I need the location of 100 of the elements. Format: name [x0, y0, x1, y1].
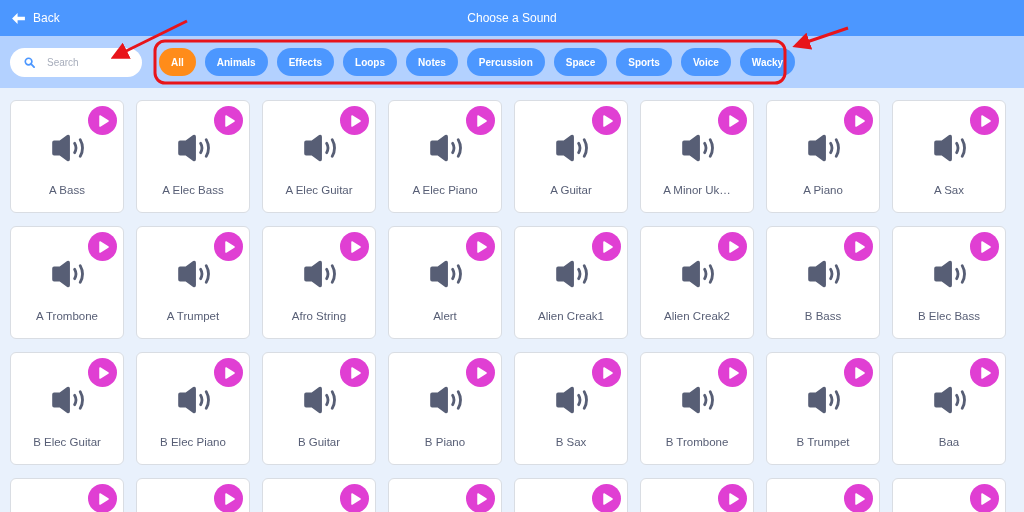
play-icon [981, 366, 991, 379]
sound-card[interactable]: B Elec Bass [892, 226, 1006, 339]
play-icon [99, 240, 109, 253]
sound-name: A Sax [933, 184, 965, 196]
play-button[interactable] [340, 358, 369, 387]
sound-card[interactable]: A Elec Guitar [262, 100, 376, 213]
sound-name: B Elec Piano [160, 436, 226, 448]
sound-card[interactable]: A Sax [892, 100, 1006, 213]
play-button[interactable] [970, 358, 999, 387]
play-icon [351, 366, 361, 379]
play-button[interactable] [88, 232, 117, 261]
play-button[interactable] [88, 484, 117, 512]
sound-card[interactable]: A Piano [766, 100, 880, 213]
sound-card[interactable]: B Elec Guitar [10, 352, 124, 465]
play-icon [351, 114, 361, 127]
play-button[interactable] [592, 232, 621, 261]
play-button[interactable] [844, 484, 873, 512]
sound-name: Baa [938, 436, 960, 448]
sound-card[interactable]: B Sax [514, 352, 628, 465]
sound-name: B Trumpet [796, 436, 850, 448]
play-icon [603, 366, 613, 379]
sound-name: Alien Creak2 [664, 310, 730, 322]
sound-card[interactable]: A Guitar [514, 100, 628, 213]
play-button[interactable] [970, 484, 999, 512]
dialog-title: Choose a Sound [467, 11, 557, 25]
sound-card[interactable]: Afro String [262, 226, 376, 339]
play-icon [99, 114, 109, 127]
play-icon [225, 366, 235, 379]
sound-card[interactable]: A Trombone [10, 226, 124, 339]
sound-card[interactable]: B Trombone [640, 352, 754, 465]
play-icon [99, 366, 109, 379]
play-button[interactable] [340, 232, 369, 261]
play-button[interactable] [844, 106, 873, 135]
play-button[interactable] [970, 232, 999, 261]
sound-card[interactable]: Baa [892, 352, 1006, 465]
play-button[interactable] [214, 484, 243, 512]
sound-name: B Bass [804, 310, 842, 322]
sound-card[interactable]: Alien Creak2 [640, 226, 754, 339]
play-icon [603, 240, 613, 253]
play-button[interactable] [592, 358, 621, 387]
sound-card[interactable]: B Elec Piano [136, 352, 250, 465]
play-icon [729, 240, 739, 253]
sound-card[interactable]: B Trumpet [766, 352, 880, 465]
sound-card[interactable]: A Trumpet [136, 226, 250, 339]
sound-name: A Trombone [36, 310, 98, 322]
search-icon [24, 56, 35, 68]
sound-name: B Sax [555, 436, 587, 448]
play-icon [477, 114, 487, 127]
play-button[interactable] [88, 106, 117, 135]
play-icon [477, 366, 487, 379]
play-icon [351, 240, 361, 253]
sound-card[interactable]: Alert [388, 226, 502, 339]
sound-card[interactable]: Alien Creak1 [514, 226, 628, 339]
sound-name: A Elec Bass [162, 184, 224, 196]
play-button[interactable] [844, 358, 873, 387]
play-icon [351, 492, 361, 505]
search-field[interactable]: Search [10, 47, 142, 77]
play-button[interactable] [592, 484, 621, 512]
sound-name: B Guitar [297, 436, 341, 448]
play-icon [729, 114, 739, 127]
play-button[interactable] [466, 358, 495, 387]
sound-card[interactable]: B Bass [766, 226, 880, 339]
sound-name: Alien Creak1 [538, 310, 604, 322]
play-button[interactable] [844, 232, 873, 261]
play-button[interactable] [718, 106, 747, 135]
play-button[interactable] [466, 484, 495, 512]
sound-card[interactable]: A Bass [10, 100, 124, 213]
play-button[interactable] [718, 484, 747, 512]
play-button[interactable] [592, 106, 621, 135]
play-icon [225, 492, 235, 505]
play-button[interactable] [340, 484, 369, 512]
sound-card[interactable]: B Guitar [262, 352, 376, 465]
sound-name: Alert [433, 310, 457, 322]
play-button[interactable] [340, 106, 369, 135]
sound-name: A Minor Uk… [663, 184, 731, 196]
sound-name: Afro String [291, 310, 347, 322]
sound-name: B Elec Bass [918, 310, 980, 322]
sound-card[interactable]: A Elec Piano [388, 100, 502, 213]
play-icon [477, 492, 487, 505]
play-button[interactable] [88, 358, 117, 387]
play-icon [981, 240, 991, 253]
sound-card[interactable]: B Piano [388, 352, 502, 465]
play-button[interactable] [214, 358, 243, 387]
play-button[interactable] [214, 106, 243, 135]
sound-name: A Guitar [550, 184, 592, 196]
sound-card[interactable]: A Elec Bass [136, 100, 250, 213]
play-button[interactable] [214, 232, 243, 261]
play-icon [729, 492, 739, 505]
play-button[interactable] [466, 232, 495, 261]
play-button[interactable] [718, 232, 747, 261]
play-icon [855, 366, 865, 379]
play-icon [855, 240, 865, 253]
play-icon [729, 366, 739, 379]
play-icon [603, 114, 613, 127]
play-button[interactable] [718, 358, 747, 387]
sound-card[interactable]: A Minor Uk… [640, 100, 754, 213]
play-icon [225, 114, 235, 127]
back-arrow-icon [12, 12, 25, 24]
play-button[interactable] [466, 106, 495, 135]
play-button[interactable] [970, 106, 999, 135]
